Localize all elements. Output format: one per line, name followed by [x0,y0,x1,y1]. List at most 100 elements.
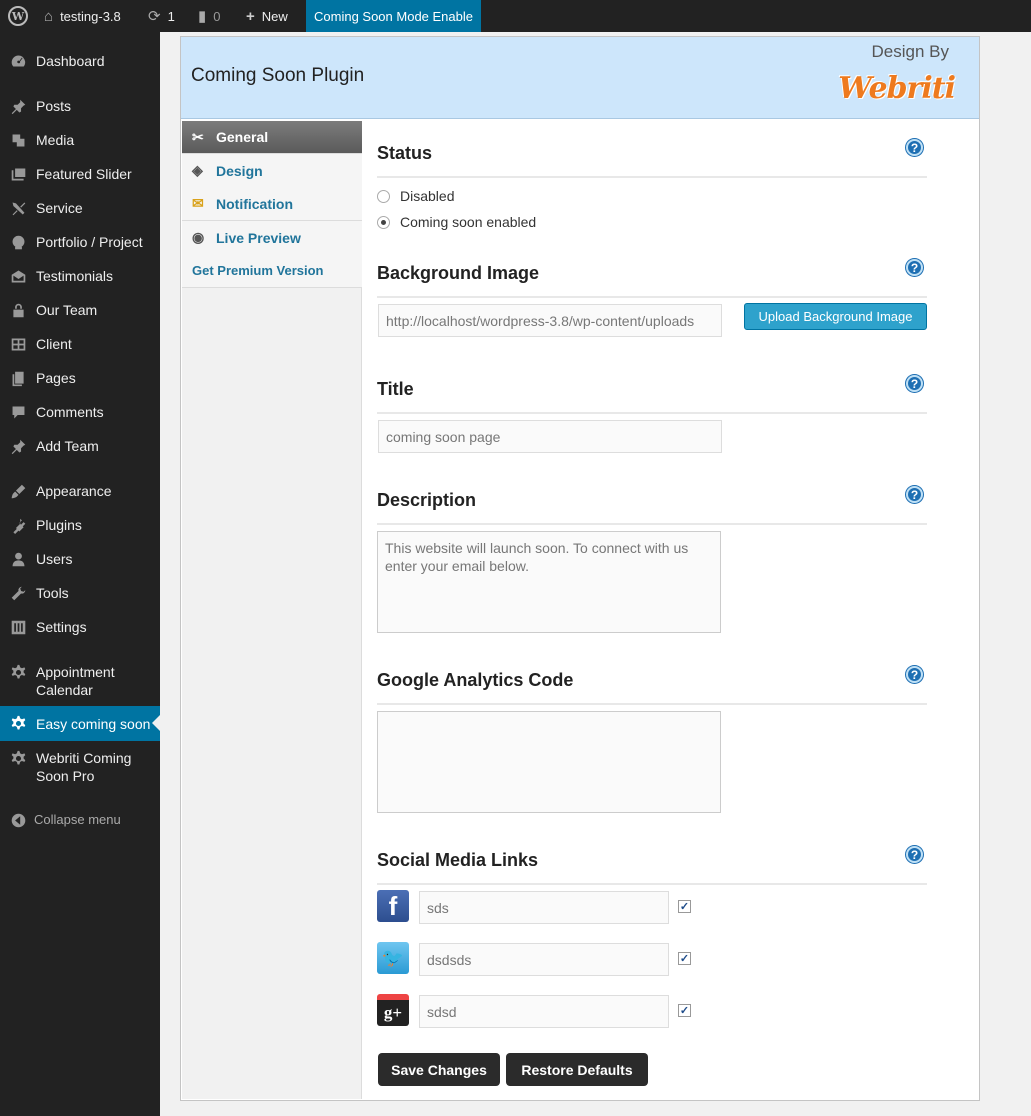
collapse-menu-button[interactable]: Collapse menu [0,811,160,829]
menu-media[interactable]: Media [0,131,160,149]
section-title: Title [377,379,414,399]
description-textarea[interactable]: This website will launch soon. To connec… [377,531,721,633]
divider [377,523,927,525]
media-icon [0,131,36,149]
menu-client[interactable]: Client [0,335,160,353]
collapse-arrow-icon [0,811,36,829]
tab-label: Live Preview [216,229,301,246]
twitter-url-input[interactable]: dsdsds [419,943,669,976]
background-section-title: Background Image [377,263,927,284]
comments-link[interactable]: ▮ 0 [198,0,221,32]
title-input[interactable]: coming soon page [378,420,722,453]
menu-label: Webriti Coming Soon Pro [36,750,132,784]
save-changes-button[interactable]: Save Changes [378,1053,500,1086]
menu-plugins[interactable]: Plugins [0,516,160,534]
help-icon[interactable]: ? [906,486,923,503]
site-name: testing-3.8 [60,8,121,24]
menu-easy-coming-soon[interactable]: Easy coming soon [0,706,160,741]
tab-get-premium[interactable]: Get Premium Version [182,254,362,288]
menu-appearance[interactable]: Appearance [0,482,160,500]
menu-label: Client [36,336,72,352]
comments-count: 0 [213,8,221,24]
menu-appointment-calendar[interactable]: Appointment Calendar [0,663,160,699]
updates-link[interactable]: ⟳ 1 [148,0,175,32]
menu-dashboard[interactable]: Dashboard [0,52,160,70]
help-icon[interactable]: ? [906,846,923,863]
facebook-url-input[interactable]: sds [419,891,669,924]
analytics-textarea[interactable] [377,711,721,813]
restore-defaults-button[interactable]: Restore Defaults [506,1053,648,1086]
user-icon [0,550,36,568]
coming-soon-mode-link[interactable]: Coming Soon Mode Enable [306,0,481,32]
help-icon[interactable]: ? [906,666,923,683]
menu-users[interactable]: Users [0,550,160,568]
google-plus-url-input[interactable]: sdsd [419,995,669,1028]
pages-icon [0,369,36,387]
menu-featured-slider[interactable]: Featured Slider [0,165,160,183]
menu-service[interactable]: Service [0,199,160,217]
menu-label: Easy coming soon [36,715,151,732]
menu-our-team[interactable]: Our Team [0,301,160,319]
facebook-icon: f [377,890,409,922]
wordpress-logo-button[interactable]: W [0,0,36,32]
brush-icon [0,482,36,500]
facebook-enable-checkbox[interactable]: ✓ [678,900,691,913]
menu-add-team[interactable]: Add Team [0,437,160,455]
menu-posts[interactable]: Posts [0,97,160,115]
webriti-logo[interactable]: Webriti [838,71,956,106]
help-icon[interactable]: ? [906,375,923,392]
new-label: New [261,8,288,24]
wordpress-icon: W [8,6,28,26]
new-content-link[interactable]: + New [246,0,288,32]
radio-enabled[interactable] [377,215,390,229]
gear-icon [0,749,36,767]
tab-notification[interactable]: ✉ Notification [182,187,362,221]
status-enabled-option[interactable]: Coming soon enabled [377,214,536,230]
menu-tools[interactable]: Tools [0,584,160,602]
upload-background-button[interactable]: Upload Background Image [744,303,927,330]
paint-bucket-icon: ◈ [192,162,203,178]
twitter-enable-checkbox[interactable]: ✓ [678,952,691,965]
tab-live-preview[interactable]: ◉ Live Preview [182,221,362,255]
tools-icon [0,199,36,217]
background-url-input[interactable]: http://localhost/wordpress-3.8/wp-conten… [378,304,722,337]
menu-label: Service [36,200,83,216]
title-section-title: Title [377,379,927,400]
menu-settings[interactable]: Settings [0,618,160,636]
menu-webriti-coming-soon-pro[interactable]: Webriti Coming Soon Pro [0,749,160,785]
comment-bubble-icon: ▮ [198,8,207,25]
section-title: Social Media Links [377,850,539,870]
menu-label: Tools [36,585,69,601]
menu-comments[interactable]: Comments [0,403,160,421]
plus-icon: + [246,7,255,25]
status-disabled-option[interactable]: Disabled [377,188,454,204]
wrench-icon: ✂ [192,128,204,145]
design-by-label: Design By [871,42,949,61]
description-section-title: Description [377,490,927,511]
record-icon: ◉ [192,229,205,245]
help-icon[interactable]: ? [906,259,923,276]
menu-portfolio-project[interactable]: Portfolio / Project [0,233,160,251]
section-title: Status [377,143,433,163]
tab-general[interactable]: ✂ General [182,121,362,154]
dashboard-icon [0,52,36,70]
site-name-link[interactable]: ⌂ testing-3.8 [44,0,121,32]
section-title: Google Analytics Code [377,670,574,690]
pin-icon [0,97,36,115]
menu-pages[interactable]: Pages [0,369,160,387]
gear-icon [0,715,36,732]
radio-disabled[interactable] [377,189,390,203]
radio-label: Disabled [400,188,455,204]
menu-label: Dashboard [36,53,105,69]
help-icon[interactable]: ? [906,139,923,156]
updates-count: 1 [167,8,175,24]
settings-icon [0,618,36,636]
portfolio-icon [0,233,36,251]
menu-label: Media [36,132,75,148]
menu-label: Our Team [36,302,98,318]
menu-testimonials[interactable]: Testimonials [0,267,160,285]
google-plus-enable-checkbox[interactable]: ✓ [678,1004,691,1017]
tab-label: Design [216,162,263,179]
tab-design[interactable]: ◈ Design [182,154,362,188]
home-icon: ⌂ [44,7,54,25]
